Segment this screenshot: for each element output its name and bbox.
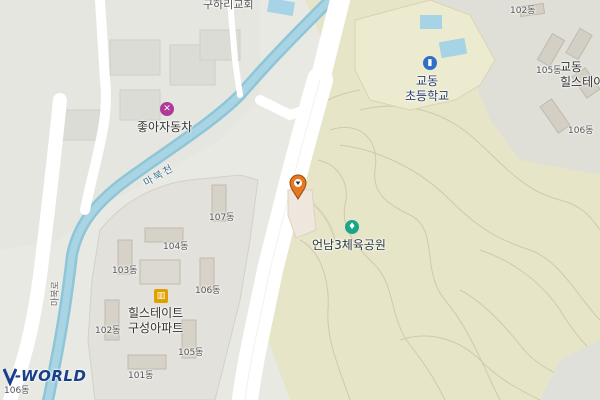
building-label: 102동 xyxy=(510,6,536,16)
wrench-icon: ✕ xyxy=(163,103,171,114)
park-icon[interactable]: ♦ xyxy=(345,220,359,234)
building-label: 101동 xyxy=(128,371,154,381)
car-shop-icon[interactable]: ✕ xyxy=(160,102,174,116)
label-park[interactable]: 언남3체육공원 xyxy=(312,238,386,253)
logo-text: -WORLD xyxy=(15,367,87,385)
label-hills-top[interactable]: 교동 힐스테이 xyxy=(560,60,600,90)
label-road: 마북로 xyxy=(51,281,61,306)
building-label: 106동 xyxy=(568,126,594,136)
apartment-icon[interactable]: ▥ xyxy=(154,289,168,303)
school-line-1: 교동 xyxy=(416,74,439,88)
hills-top-line-1: 교동 xyxy=(560,60,583,74)
label-school[interactable]: 교동 초등학교 xyxy=(405,74,449,104)
apartment-line-1: 힐스테이트 xyxy=(128,306,184,320)
building-label: 107동 xyxy=(209,213,235,223)
school-building xyxy=(420,15,442,29)
building-icon: ▮ xyxy=(427,57,433,68)
school-icon[interactable]: ▮ xyxy=(423,56,437,70)
hills-top-line-2: 힐스테이 xyxy=(560,75,600,89)
building-label: 106동 xyxy=(195,286,221,296)
school-line-2: 초등학교 xyxy=(405,89,450,103)
label-church: 구하리교회 xyxy=(203,0,254,11)
label-apartment[interactable]: 힐스테이트 구성아파트 xyxy=(128,306,183,336)
building-label: 104동 xyxy=(163,242,189,252)
building-label: 102동 xyxy=(95,326,121,336)
map-canvas[interactable] xyxy=(0,0,600,400)
label-car-shop[interactable]: 좋아자동차 xyxy=(137,120,192,135)
building-label: 105동 xyxy=(536,66,562,76)
sports-icon: ♦ xyxy=(347,221,357,232)
vworld-logo[interactable]: -WORLD xyxy=(3,366,107,386)
location-marker[interactable] xyxy=(288,174,308,200)
apartment-line-2: 구성아파트 xyxy=(128,321,184,335)
building-label: 103동 xyxy=(112,266,138,276)
location-pin-icon xyxy=(289,174,307,200)
apartment-glyph-icon: ▥ xyxy=(156,290,166,301)
building-label: 105동 xyxy=(178,348,204,358)
